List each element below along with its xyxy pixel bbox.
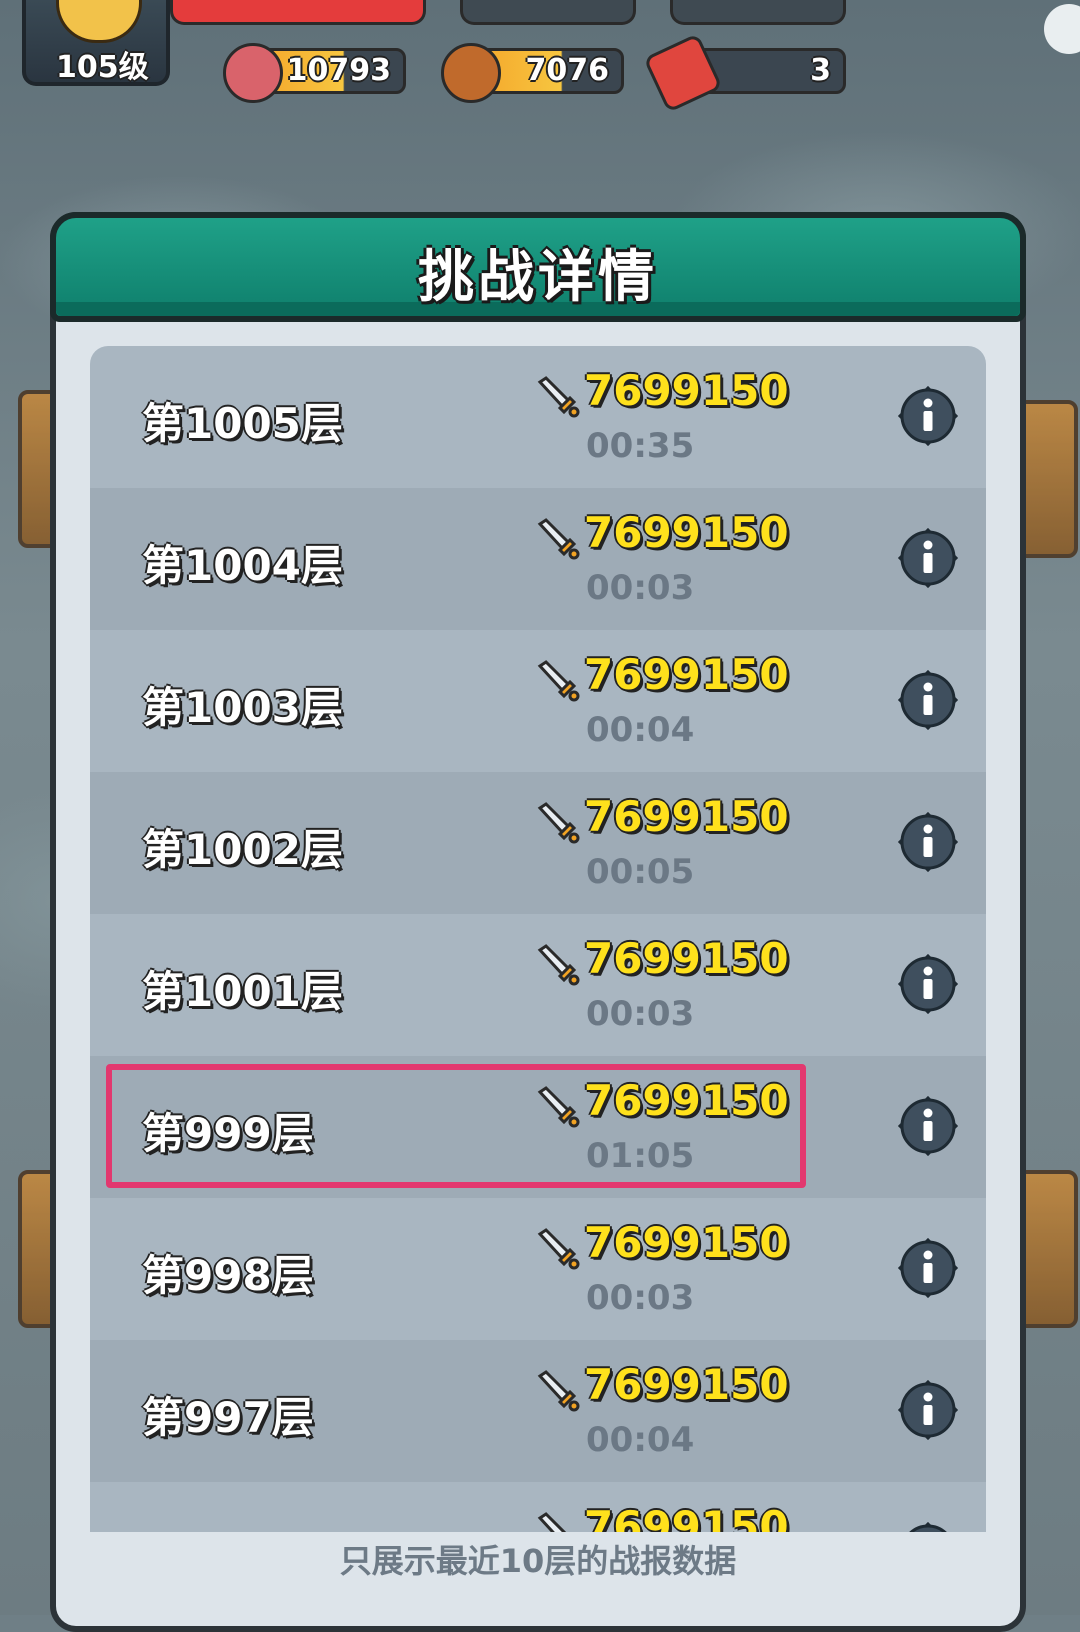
ticket-value: 3 bbox=[810, 53, 831, 88]
floor-label: 第997层 bbox=[142, 1393, 314, 1442]
clear-time: 00:03 bbox=[586, 568, 695, 608]
power-value: 7699150 bbox=[584, 1076, 789, 1125]
record-row: 第1003层 7699150 00:04 bbox=[90, 630, 986, 772]
floor-label: 第1004层 bbox=[142, 541, 343, 590]
record-row: 第1002层 7699150 00:05 bbox=[90, 772, 986, 914]
clear-time: 00:03 bbox=[586, 1278, 695, 1318]
power-value: 7699150 bbox=[584, 1502, 789, 1532]
sword-icon bbox=[537, 802, 580, 844]
avatar-portrait bbox=[56, 0, 142, 43]
footer-note: 只展示最近10层的战报数据 bbox=[339, 1542, 737, 1580]
sword-icon bbox=[537, 944, 580, 986]
power-value: 7699150 bbox=[584, 508, 789, 557]
sword-icon bbox=[537, 518, 580, 560]
player-level: 105级 bbox=[56, 50, 149, 85]
ticket-resource: 3 bbox=[643, 33, 846, 113]
sword-icon bbox=[537, 376, 580, 418]
modal-title: 挑战详情 bbox=[418, 245, 658, 310]
sword-icon bbox=[537, 1086, 580, 1128]
power-pill bbox=[170, 0, 426, 25]
wood-log-icon bbox=[441, 43, 501, 103]
record-row: 第997层 7699150 00:04 bbox=[90, 1340, 986, 1482]
power-value: 7699150 bbox=[584, 1218, 789, 1267]
info-icon[interactable] bbox=[898, 812, 958, 872]
info-icon[interactable] bbox=[898, 1096, 958, 1156]
gold-pill bbox=[670, 0, 846, 25]
meat-value: 10793 bbox=[286, 53, 391, 88]
record-row: 第998层 7699150 00:03 bbox=[90, 1198, 986, 1340]
info-icon[interactable] bbox=[898, 670, 958, 730]
clear-time: 00:03 bbox=[586, 994, 695, 1034]
menu-button[interactable] bbox=[1044, 4, 1080, 54]
info-icon[interactable] bbox=[898, 528, 958, 588]
clear-time: 00:04 bbox=[586, 710, 695, 750]
info-icon[interactable] bbox=[898, 386, 958, 446]
challenge-detail-modal: 挑战详情 第1005层 7699150 00:35 第1004层 7699150 00:0… bbox=[50, 212, 1026, 1632]
sword-icon bbox=[537, 1370, 580, 1412]
floor-label: 第999层 bbox=[142, 1109, 314, 1158]
record-row: 7699150 bbox=[90, 1482, 986, 1532]
modal-header: 挑战详情 bbox=[50, 212, 1026, 322]
meat-resource: 10793 bbox=[223, 43, 406, 103]
floor-label: 第1002层 bbox=[142, 825, 343, 874]
ticket-icon bbox=[643, 33, 723, 113]
top-hud: 105级 10793 7076 3 bbox=[0, 0, 1080, 113]
wood-resource: 7076 bbox=[441, 43, 624, 103]
info-icon[interactable] bbox=[898, 1238, 958, 1298]
sword-icon bbox=[537, 1228, 580, 1270]
power-value: 7699150 bbox=[584, 1360, 789, 1409]
floor-label: 第998层 bbox=[142, 1251, 314, 1300]
player-avatar[interactable]: 105级 bbox=[22, 0, 170, 86]
info-icon[interactable] bbox=[898, 954, 958, 1014]
floor-label: 第1003层 bbox=[142, 683, 343, 732]
record-row: 第1004层 7699150 00:03 bbox=[90, 488, 986, 630]
clear-time: 00:04 bbox=[586, 1420, 695, 1460]
power-value: 7699150 bbox=[584, 366, 789, 415]
wood-value: 7076 bbox=[525, 53, 610, 88]
record-row: 第1001层 7699150 00:03 bbox=[90, 914, 986, 1056]
gem-pill bbox=[460, 0, 636, 25]
sword-icon bbox=[537, 1512, 571, 1532]
power-value: 7699150 bbox=[584, 792, 789, 841]
info-icon[interactable] bbox=[898, 1522, 958, 1532]
clear-time: 00:05 bbox=[586, 852, 695, 892]
power-value: 7699150 bbox=[584, 934, 789, 983]
power-value: 7699150 bbox=[584, 650, 789, 699]
record-row: 第1005层 7699150 00:35 bbox=[90, 346, 986, 488]
clear-time: 01:05 bbox=[586, 1136, 695, 1176]
record-row: 第999层 7699150 01:05 bbox=[90, 1056, 986, 1198]
sword-icon bbox=[537, 660, 580, 702]
floor-label: 第1005层 bbox=[142, 399, 343, 448]
clear-time: 00:35 bbox=[586, 426, 695, 466]
info-icon[interactable] bbox=[898, 1380, 958, 1440]
floor-label: 第1001层 bbox=[142, 967, 343, 1016]
meat-icon bbox=[223, 43, 283, 103]
battle-record-list[interactable]: 第1005层 7699150 00:35 第1004层 7699150 00:03 第100… bbox=[90, 346, 986, 1532]
